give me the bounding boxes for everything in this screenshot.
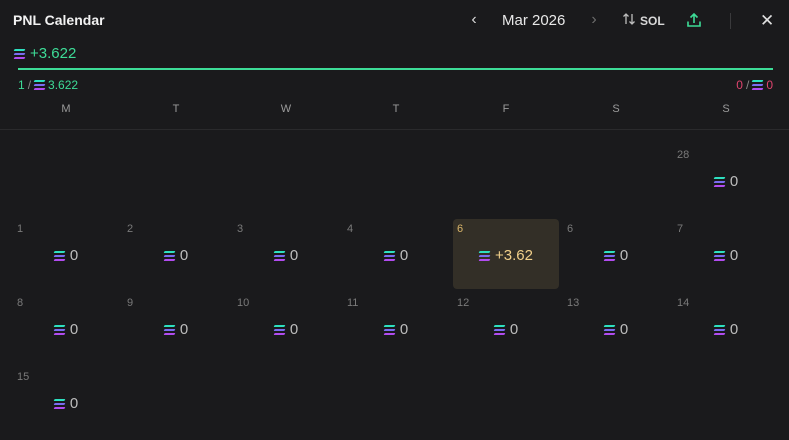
calendar-day[interactable]: 3 0: [233, 219, 339, 289]
month-label: Mar 2026: [502, 12, 566, 29]
day-number: 28: [677, 149, 690, 161]
day-pnl: 0: [619, 321, 629, 338]
day-pnl: 0: [69, 247, 79, 264]
weekday-label: W: [280, 103, 292, 115]
day-pnl: 0: [399, 247, 409, 264]
loss-amount: 0: [766, 78, 773, 92]
day-number: 1: [17, 223, 24, 235]
calendar-day[interactable]: 11 0: [343, 293, 449, 363]
calendar-day[interactable]: 15 0: [13, 367, 119, 437]
solana-icon: [53, 398, 66, 409]
day-pnl: 0: [729, 321, 739, 338]
day-pnl: +3.62: [495, 247, 533, 264]
day-pnl: 0: [509, 321, 519, 338]
weekday-label: T: [392, 103, 400, 115]
calendar-day[interactable]: 1 0: [13, 219, 119, 289]
solana-icon: [53, 250, 66, 261]
solana-icon: [493, 324, 506, 335]
weekday-label: S: [722, 103, 730, 115]
day-pnl: 0: [729, 173, 739, 190]
day-number: 2: [127, 223, 134, 235]
calendar-day[interactable]: 10 0: [233, 293, 339, 363]
weekday-divider: [0, 129, 789, 130]
day-pnl: 0: [619, 247, 629, 264]
next-month-button[interactable]: ›: [586, 11, 602, 29]
solana-icon: [751, 80, 764, 90]
solana-icon: [713, 324, 726, 335]
day-number: 11: [347, 297, 359, 309]
calendar-day[interactable]: 2 0: [123, 219, 229, 289]
day-pnl: 0: [69, 395, 79, 412]
upload-share-icon: [686, 12, 702, 32]
day-number: 15: [17, 371, 30, 383]
loss-count: 0: [736, 78, 743, 92]
solana-icon: [163, 250, 176, 261]
day-number: 4: [347, 223, 354, 235]
calendar-day[interactable]: 8 0: [13, 293, 119, 363]
day-number: 14: [677, 297, 690, 309]
solana-icon: [383, 324, 396, 335]
day-number: 12: [457, 297, 470, 309]
page-title: PNL Calendar: [13, 12, 105, 28]
solana-icon: [603, 324, 616, 335]
win-count: 1: [18, 78, 25, 92]
calendar-day[interactable]: 13 0: [563, 293, 669, 363]
weekday-label: S: [612, 103, 620, 115]
solana-icon: [603, 250, 616, 261]
day-number: 9: [127, 297, 134, 309]
day-number: 6: [567, 223, 574, 235]
solana-icon: [713, 176, 726, 187]
solana-icon: [478, 250, 491, 261]
total-pnl: +3.622: [13, 45, 77, 62]
day-number: 7: [677, 223, 684, 235]
calendar-day[interactable]: 28 0: [673, 145, 779, 215]
share-button[interactable]: [686, 12, 702, 28]
day-pnl: 0: [69, 321, 79, 338]
currency-toggle-button[interactable]: SOL: [622, 12, 665, 31]
close-button[interactable]: ✕: [760, 11, 774, 30]
calendar-day[interactable]: 6 0: [563, 219, 669, 289]
weekday-label: M: [61, 103, 71, 115]
day-number: 6: [457, 223, 464, 235]
day-pnl: 0: [179, 321, 189, 338]
day-pnl: 0: [399, 321, 409, 338]
day-number: 10: [237, 297, 250, 309]
day-number: 13: [567, 297, 580, 309]
wins-summary: 1 / 3.622: [18, 78, 78, 92]
solana-icon: [273, 324, 286, 335]
currency-label: SOL: [640, 14, 665, 28]
solana-icon: [273, 250, 286, 261]
solana-icon: [33, 80, 46, 90]
weekday-label: T: [172, 103, 180, 115]
prev-month-button[interactable]: ‹: [466, 11, 482, 29]
calendar-day[interactable]: 12 0: [453, 293, 559, 363]
separator: /: [27, 78, 32, 92]
pnl-ratio-bar: [18, 68, 773, 70]
day-number: 8: [17, 297, 24, 309]
solana-icon: [13, 48, 26, 59]
solana-icon: [163, 324, 176, 335]
day-pnl: 0: [179, 247, 189, 264]
calendar-day-active[interactable]: 6 +3.62: [453, 219, 559, 289]
header-divider: [730, 13, 731, 29]
day-pnl: 0: [289, 321, 299, 338]
losses-summary: 0 / 0: [736, 78, 773, 92]
calendar-day[interactable]: 4 0: [343, 219, 449, 289]
total-pnl-value: +3.622: [30, 45, 77, 62]
calendar-day[interactable]: 7 0: [673, 219, 779, 289]
calendar-day[interactable]: 9 0: [123, 293, 229, 363]
calendar-day[interactable]: 14 0: [673, 293, 779, 363]
solana-icon: [713, 250, 726, 261]
day-pnl: 0: [729, 247, 739, 264]
solana-icon: [383, 250, 396, 261]
weekday-label: F: [502, 103, 510, 115]
day-number: 3: [237, 223, 244, 235]
day-pnl: 0: [289, 247, 299, 264]
header: PNL Calendar ‹ Mar 2026 › SOL ✕: [0, 0, 789, 40]
solana-icon: [53, 324, 66, 335]
separator: /: [745, 78, 750, 92]
swap-arrows-icon: [622, 12, 636, 31]
win-amount: 3.622: [48, 78, 79, 92]
